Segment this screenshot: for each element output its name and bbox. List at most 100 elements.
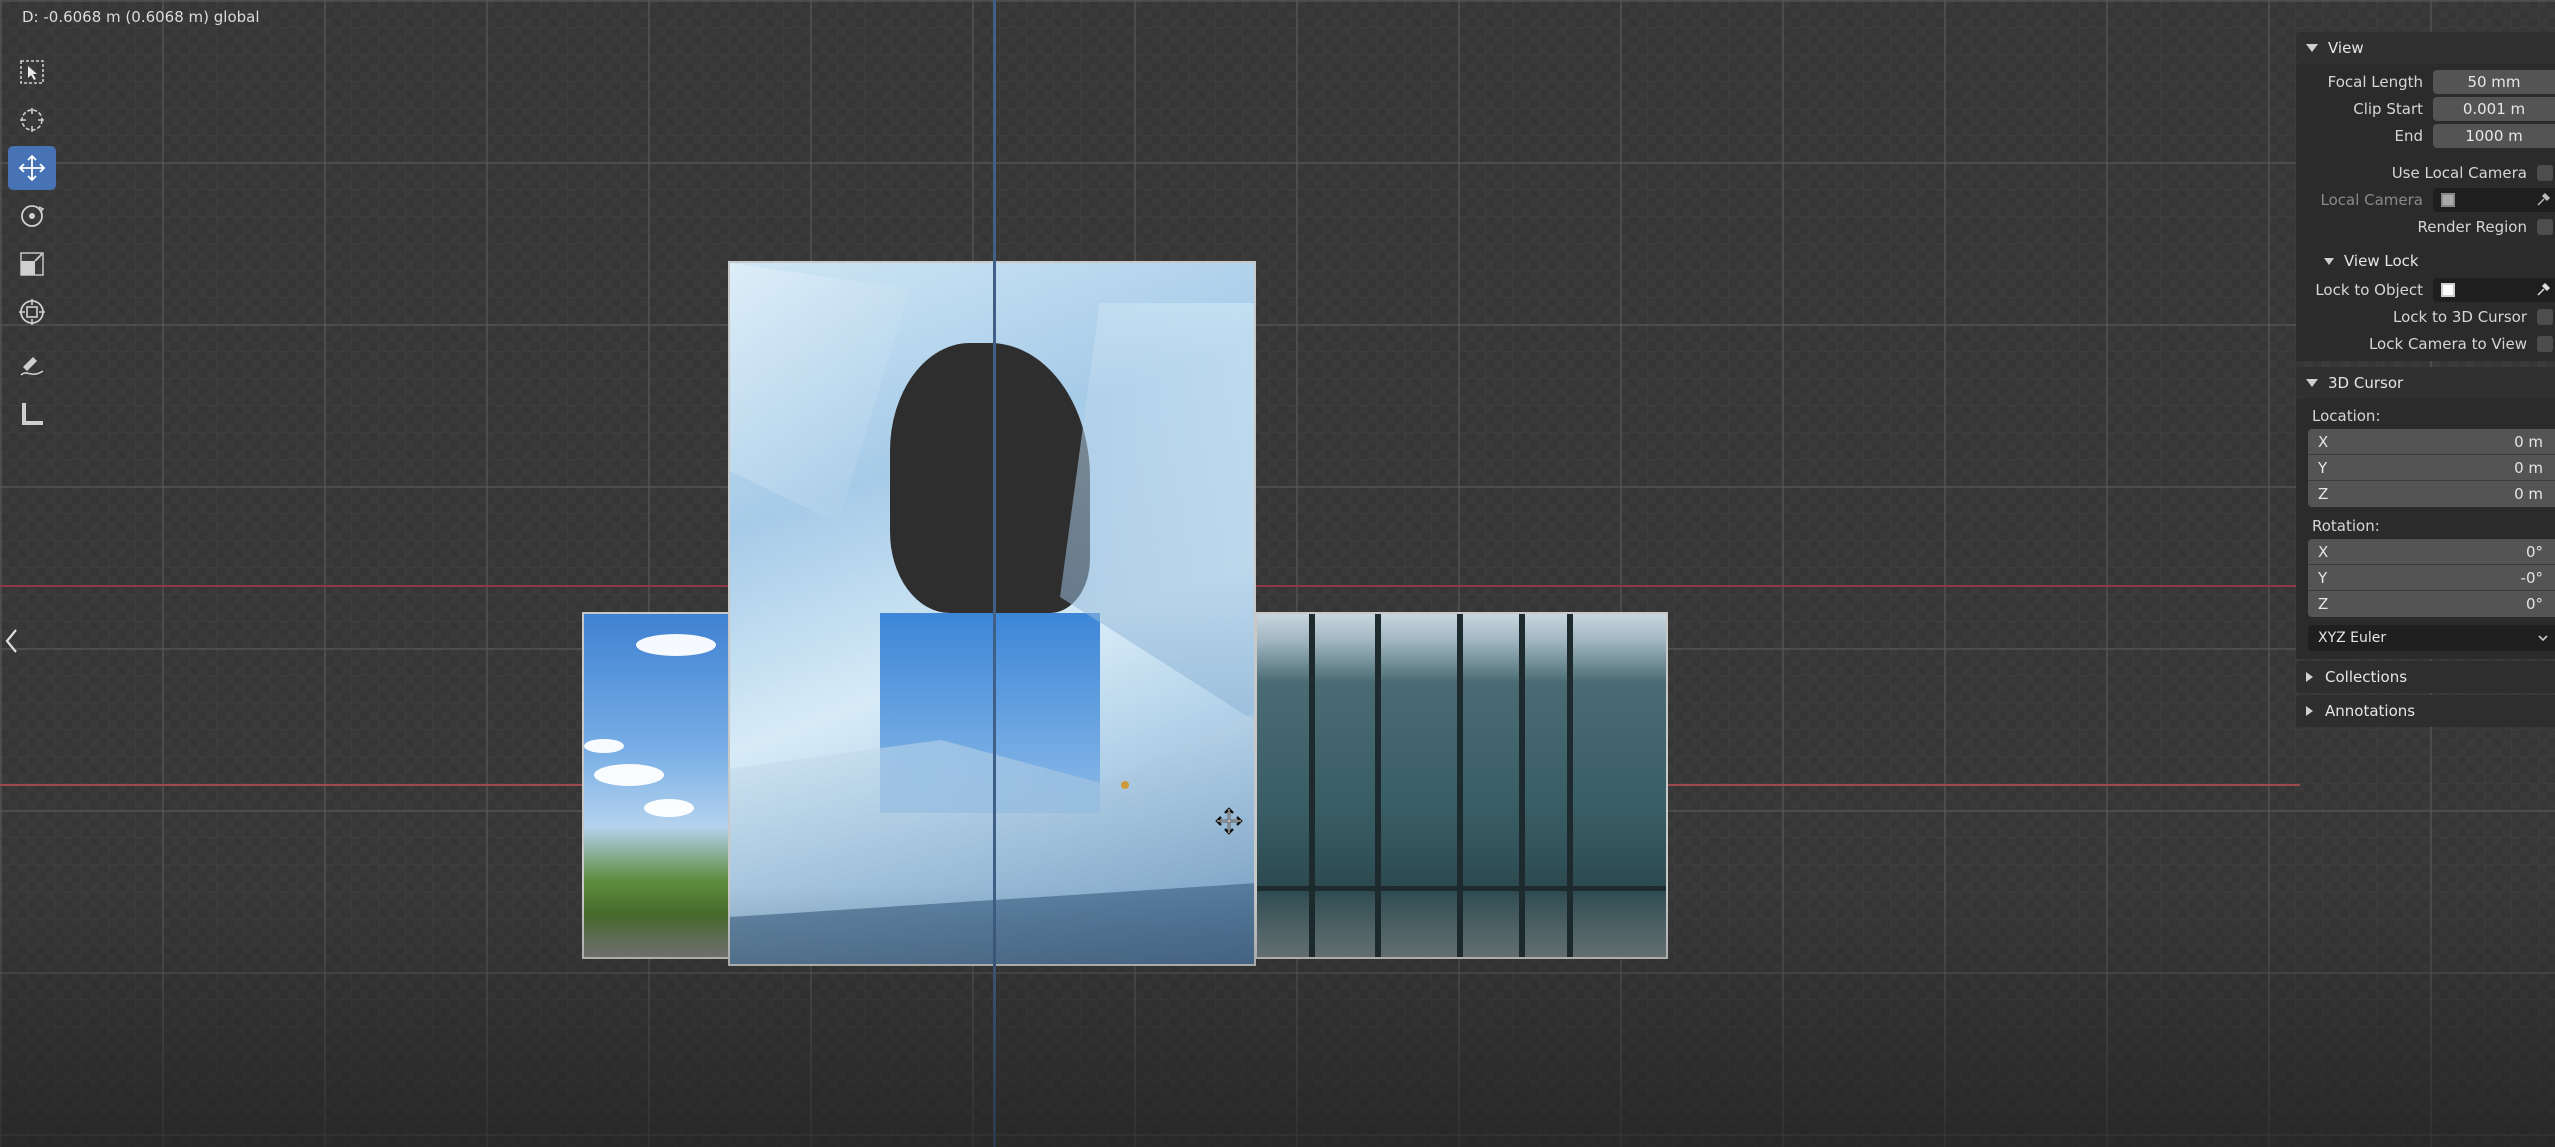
select-box-tool[interactable] (8, 50, 56, 94)
rotation-mode-value: XYZ Euler (2318, 630, 2387, 646)
facade-mullion (1519, 614, 1525, 957)
axis-value: 0° (2525, 542, 2543, 561)
measure-ruler-icon (22, 403, 43, 425)
sidebar-panel: View Focal Length 50 mm Clip Start 0.001… (2296, 32, 2555, 784)
location-y-field[interactable]: Y 0 m (2308, 455, 2555, 481)
clip-start-row: Clip Start 0.001 m (2296, 95, 2555, 122)
axis-value: 0° (2525, 595, 2543, 613)
location-vector: X 0 m Y 0 m Z 0 m (2308, 429, 2555, 507)
transform-icon (19, 299, 45, 325)
facade-mullion (1457, 614, 1463, 957)
annotate-pencil-icon (20, 357, 44, 376)
lock-camera-to-view-checkbox[interactable] (2537, 335, 2553, 352)
axis-label: X (2318, 432, 2329, 451)
rotate-icon (21, 205, 45, 227)
axis-value: 0 m (2514, 485, 2543, 503)
location-x-field[interactable]: X 0 m (2308, 429, 2555, 455)
lock-to-3d-cursor-checkbox[interactable] (2537, 308, 2553, 325)
image-plane-ice-frame[interactable] (728, 261, 1256, 966)
ice-frame-opening (890, 343, 1090, 613)
lock-camera-to-view-row: Lock Camera to View (2296, 330, 2555, 357)
use-local-camera-label: Use Local Camera (2391, 163, 2527, 182)
image-plane-left[interactable] (582, 612, 732, 959)
clip-end-row: End 1000 m (2296, 122, 2555, 149)
collections-title: Collections (2325, 668, 2408, 686)
focal-length-field[interactable]: 50 mm (2433, 69, 2555, 94)
view-lock-subheader[interactable]: View Lock (2296, 246, 2555, 276)
scale-tool[interactable] (8, 242, 56, 286)
3d-cursor-section-header[interactable]: 3D Cursor (2296, 367, 2555, 399)
axis-label: Y (2318, 458, 2328, 477)
facade-mullion (1375, 614, 1381, 957)
view-section-title: View (2328, 39, 2364, 57)
view-lock-title: View Lock (2344, 252, 2419, 270)
rotation-vector: X 0° Y -0° Z 0° (2308, 539, 2555, 617)
cloud (584, 739, 624, 753)
cursor-tool[interactable] (8, 98, 56, 142)
rotation-y-field[interactable]: Y -0° (2308, 565, 2555, 591)
chevron-left-icon[interactable] (2, 626, 22, 656)
ice-facet (730, 263, 910, 523)
collections-section-header[interactable]: Collections (2296, 661, 2555, 693)
axis-label: X (2318, 542, 2329, 561)
cloud (636, 634, 716, 656)
triangle-right-icon (2306, 672, 2313, 682)
annotate-tool[interactable] (8, 344, 56, 388)
scale-icon (20, 252, 44, 276)
render-region-row: Render Region (2296, 213, 2555, 240)
use-local-camera-row: Use Local Camera (2296, 159, 2555, 186)
lock-to-3d-cursor-label: Lock to 3D Cursor (2393, 307, 2527, 326)
facade-mullion (1309, 614, 1315, 957)
eyedropper-icon[interactable] (2535, 192, 2551, 208)
rotate-tool[interactable] (8, 194, 56, 238)
lock-to-object-row: Lock to Object (2296, 276, 2555, 303)
lock-camera-to-view-label: Lock Camera to View (2368, 334, 2527, 353)
cursor-icon (20, 108, 44, 132)
local-camera-row: Local Camera (2296, 186, 2555, 213)
location-z-field[interactable]: Z 0 m (2308, 481, 2555, 507)
image-plane-right[interactable] (1255, 612, 1668, 959)
location-label: Location: (2312, 407, 2381, 425)
triangle-right-icon (2306, 706, 2313, 716)
axis-label: Z (2318, 595, 2329, 613)
clip-end-label: End (2394, 126, 2423, 145)
lock-to-3d-cursor-row: Lock to 3D Cursor (2296, 303, 2555, 330)
use-local-camera-checkbox[interactable] (2537, 164, 2553, 181)
local-camera-field[interactable] (2433, 187, 2555, 212)
object-icon (2441, 192, 2455, 207)
render-region-label: Render Region (2417, 217, 2527, 236)
3d-viewport[interactable]: D: -0.6068 m (0.6068 m) global (0, 0, 2555, 1147)
triangle-down-icon (2306, 379, 2318, 387)
move-tool[interactable] (8, 146, 56, 190)
clip-end-field[interactable]: 1000 m (2433, 123, 2555, 148)
view-section-header[interactable]: View (2296, 32, 2555, 64)
lock-to-object-label: Lock to Object (2315, 280, 2423, 299)
3d-cursor-section-title: 3D Cursor (2328, 374, 2404, 392)
focal-length-row: Focal Length 50 mm (2296, 68, 2555, 95)
rotation-x-field[interactable]: X 0° (2308, 539, 2555, 565)
axis-label: Z (2318, 485, 2329, 503)
measure-tool[interactable] (8, 392, 56, 436)
axis-value: -0° (2520, 568, 2543, 587)
axis-label: Y (2318, 568, 2328, 587)
tool-shelf (8, 50, 56, 440)
triangle-down-icon (2306, 44, 2318, 52)
annotations-section-header[interactable]: Annotations (2296, 695, 2555, 727)
cloud (644, 799, 694, 817)
annotations-title: Annotations (2325, 702, 2416, 720)
rotation-label: Rotation: (2312, 517, 2380, 535)
cloud (594, 764, 664, 786)
render-region-checkbox[interactable] (2537, 218, 2553, 235)
clip-start-label: Clip Start (2353, 99, 2423, 118)
y-axis-line (993, 0, 996, 1147)
3d-cursor-section-body: Location: X 0 m Y 0 m Z 0 m Rotation: X … (2296, 399, 2555, 659)
clip-start-field[interactable]: 0.001 m (2433, 96, 2555, 121)
rotation-mode-dropdown[interactable]: XYZ Euler (2308, 625, 2555, 651)
object-icon (2441, 282, 2455, 297)
eyedropper-icon[interactable] (2535, 282, 2551, 298)
facade-transom (1257, 886, 1666, 891)
rotation-z-field[interactable]: Z 0° (2308, 591, 2555, 617)
object-origin (1121, 781, 1129, 789)
transform-tool[interactable] (8, 290, 56, 334)
lock-to-object-field[interactable] (2433, 277, 2555, 302)
